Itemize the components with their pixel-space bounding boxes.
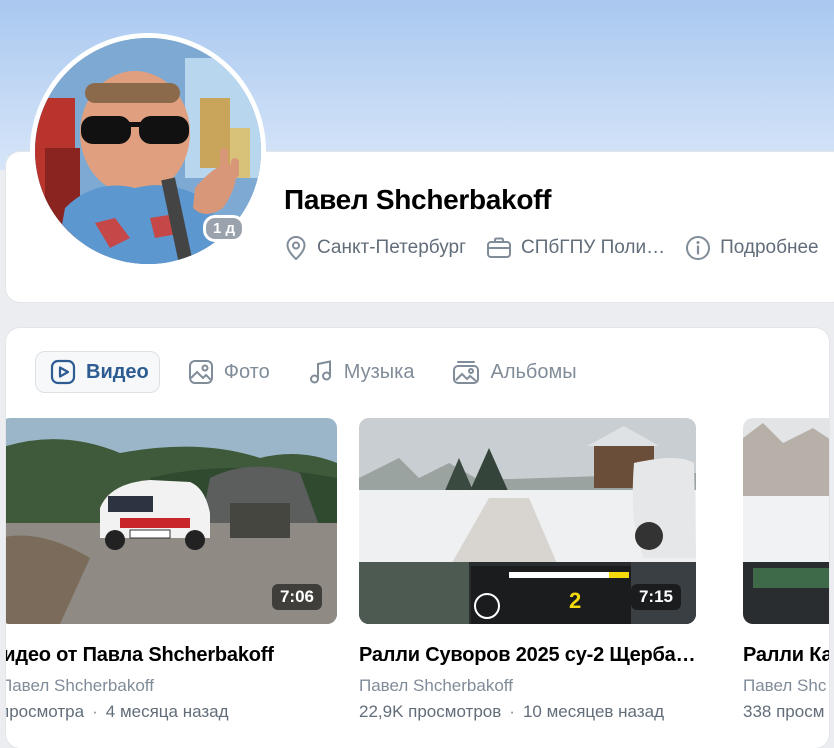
video-thumbnail-3[interactable] bbox=[743, 418, 829, 624]
briefcase-icon bbox=[487, 237, 512, 258]
video-title-1[interactable]: Видео от Павла Shcherbakoff bbox=[6, 644, 337, 667]
media-tabs: Видео Фото Музыка Альбомы bbox=[35, 351, 601, 393]
video-thumbnail-1[interactable]: 7:06 bbox=[6, 418, 337, 624]
video-meta-3: 338 просм bbox=[743, 702, 829, 722]
video-meta-1: просмотра · 4 месяца назад bbox=[6, 702, 337, 722]
video-age-1: 4 месяца назад bbox=[105, 702, 229, 721]
tab-photo-label: Фото bbox=[223, 360, 270, 383]
video-icon bbox=[50, 359, 76, 385]
video-card-2[interactable]: 2 7:15 Ралли Суворов 2025 су-2 Щербако… … bbox=[359, 418, 696, 722]
video-author-2[interactable]: Павел Shcherbakoff bbox=[359, 676, 696, 696]
photo-icon bbox=[188, 360, 213, 384]
tab-music-label: Музыка bbox=[343, 360, 415, 383]
city-label: Санкт-Петербург bbox=[317, 237, 467, 258]
university-label: СПбГПУ Поли… bbox=[521, 237, 666, 258]
separator-dot: · bbox=[509, 702, 515, 721]
tab-music[interactable]: Музыка bbox=[294, 351, 425, 393]
albums-icon bbox=[453, 361, 480, 384]
city-item[interactable]: Санкт-Петербург bbox=[284, 235, 466, 261]
video-author-1[interactable]: Павел Shcherbakoff bbox=[6, 676, 337, 696]
location-pin-icon bbox=[286, 235, 306, 261]
video-age-2: 10 месяцев назад bbox=[522, 702, 664, 721]
tab-video[interactable]: Видео bbox=[35, 351, 160, 393]
video-card-3[interactable]: Ралли Ка Павел Shc 338 просм bbox=[743, 418, 829, 722]
info-icon bbox=[686, 236, 711, 260]
video-duration-1: 7:06 bbox=[271, 584, 322, 610]
video-title-2[interactable]: Ралли Суворов 2025 су-2 Щербако… bbox=[359, 644, 696, 667]
tab-photo[interactable]: Фото bbox=[174, 351, 280, 393]
video-meta-2: 22,9K просмотров · 10 месяцев назад bbox=[359, 702, 696, 722]
video-title-3[interactable]: Ралли Ка bbox=[743, 644, 829, 667]
video-duration-2: 7:15 bbox=[630, 584, 681, 610]
video-views-3: 338 просм bbox=[743, 702, 825, 721]
media-card: Видео Фото Музыка Альбомы 7:06 Видео от … bbox=[6, 328, 829, 748]
video-views-1: просмотра bbox=[6, 702, 85, 721]
video-card-1[interactable]: 7:06 Видео от Павла Shcherbakoff Павел S… bbox=[6, 418, 337, 722]
video-views-2: 22,9K просмотров bbox=[359, 702, 502, 721]
tab-albums-label: Альбомы bbox=[490, 360, 577, 383]
profile-name: Павел Shcherbakoff bbox=[284, 184, 552, 215]
details-label: Подробнее bbox=[720, 237, 819, 258]
music-icon bbox=[309, 360, 331, 384]
video-thumbnail-2[interactable]: 2 7:15 bbox=[359, 418, 696, 624]
profile-info-row: Санкт-Петербург СПбГПУ Поли… Подробнее bbox=[284, 232, 834, 264]
online-badge: 1 д bbox=[203, 215, 246, 242]
tab-albums[interactable]: Альбомы bbox=[438, 351, 586, 393]
video-author-3[interactable]: Павел Shc bbox=[743, 676, 829, 696]
details-item[interactable]: Подробнее bbox=[685, 235, 819, 261]
tab-video-label: Видео bbox=[86, 360, 149, 383]
separator-dot: · bbox=[92, 702, 98, 721]
university-item[interactable]: СПбГПУ Поли… bbox=[486, 236, 665, 260]
svg-text:2: 2 bbox=[569, 588, 581, 613]
